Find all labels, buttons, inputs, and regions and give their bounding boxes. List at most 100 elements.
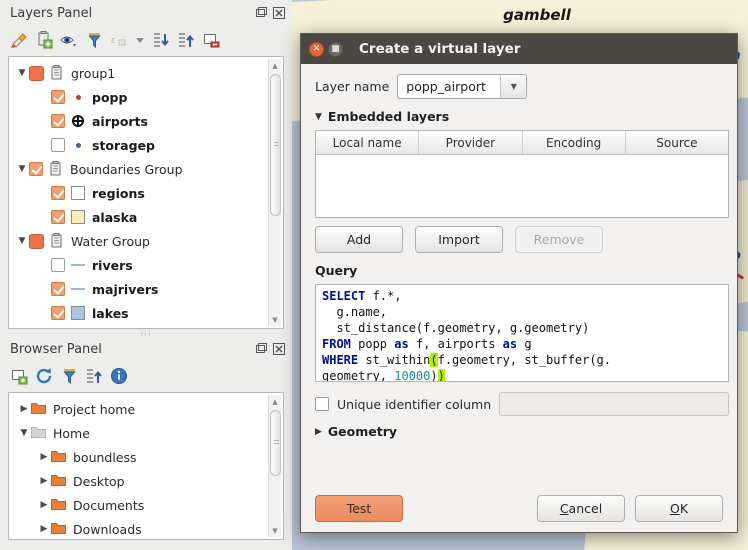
browser-item-row[interactable]: ▶ boundless (9, 445, 283, 469)
import-button[interactable]: Import (415, 226, 503, 253)
layer-group-row[interactable]: ▼Water Group (9, 229, 283, 253)
svg-text:ε: ε (111, 35, 115, 46)
expand-triangle-icon[interactable]: ▼ (15, 66, 29, 80)
point-symbol-icon (70, 137, 86, 153)
layer-row[interactable]: ▶lakes (9, 301, 283, 325)
add-button[interactable]: Add (315, 226, 403, 253)
expand-triangle-icon[interactable]: ▶ (37, 474, 51, 488)
browser-item-row[interactable]: ▶Desktop (9, 469, 283, 493)
layer-row[interactable]: ▶alaska (9, 205, 283, 229)
embedded-layers-section-header[interactable]: ▼ Embedded layers (315, 109, 723, 124)
undock-icon[interactable] (254, 342, 268, 356)
browser-item-label: boundless (73, 450, 137, 465)
layer-row[interactable]: ▶popp (9, 85, 283, 109)
collapse-all-icon[interactable] (175, 29, 197, 51)
group-visibility-checkbox[interactable] (29, 162, 43, 176)
close-icon[interactable] (272, 6, 286, 20)
layers-tree[interactable]: ▼group1▶popp▶airports▶storagep▼Boundarie… (8, 56, 284, 329)
browser-item-row[interactable]: ▼ Home (9, 421, 283, 445)
browser-item-label: Home (53, 426, 90, 441)
expand-all-icon[interactable] (150, 29, 172, 51)
browser-panel-titlebar: Browser Panel (0, 336, 292, 362)
browser-panel-toolbar (0, 362, 292, 390)
manage-layer-visibility-icon[interactable] (58, 29, 80, 51)
expand-triangle-icon[interactable]: ▼ (17, 426, 31, 440)
test-button[interactable]: Test (315, 495, 403, 522)
properties-info-icon[interactable] (108, 365, 130, 387)
filter-legend-icon[interactable] (83, 29, 105, 51)
scroll-down-icon[interactable]: ▼ (269, 524, 282, 537)
table-column-header[interactable]: Encoding (523, 131, 626, 155)
filter-legend-by-expression-icon: ε (108, 29, 130, 51)
expand-triangle-icon[interactable]: ▶ (37, 522, 51, 536)
geometry-section-header[interactable]: ▶ Geometry (315, 424, 723, 439)
browser-item-row[interactable]: ▶Downloads (9, 517, 283, 540)
layer-visibility-checkbox[interactable] (51, 258, 65, 272)
layer-row[interactable]: ▶regions (9, 181, 283, 205)
layer-name-label: alaska (92, 210, 137, 225)
table-column-header[interactable]: Local name (316, 131, 419, 155)
unique-identifier-input (499, 392, 729, 416)
cancel-button[interactable]: Cancel (537, 495, 625, 522)
triangle-right-icon: ▶ (315, 427, 322, 437)
layer-row[interactable]: ▶airports (9, 109, 283, 133)
chevron-down-icon[interactable]: ▼ (500, 75, 526, 98)
sql-matching-paren: ( (430, 353, 437, 367)
scroll-up-icon[interactable]: ▲ (269, 59, 282, 72)
query-sql-editor[interactable]: SELECT f.*, g.name, st_distance(f.geomet… (315, 284, 729, 382)
fill-symbol-icon (70, 185, 86, 201)
ok-button[interactable]: OK (635, 495, 723, 522)
layer-visibility-checkbox[interactable] (51, 282, 65, 296)
layer-name-row: Layer name popp_airport ▼ (315, 74, 723, 99)
open-layer-styling-panel-icon[interactable] (8, 29, 30, 51)
maximize-icon[interactable]: ■ (328, 42, 343, 57)
expand-triangle-icon[interactable]: ▶ (37, 498, 51, 512)
expand-triangle-icon[interactable]: ▼ (15, 234, 29, 248)
embedded-layers-table[interactable]: Local nameProviderEncodingSource (315, 130, 729, 218)
scroll-down-icon[interactable]: ▼ (269, 313, 282, 326)
refresh-icon[interactable] (33, 365, 55, 387)
unique-identifier-checkbox[interactable] (315, 397, 329, 411)
remove-layer-group-icon[interactable] (200, 29, 222, 51)
group-partial-checkbox[interactable] (29, 66, 44, 81)
layer-visibility-checkbox[interactable] (51, 138, 65, 152)
layer-row[interactable]: ▶rivers (9, 253, 283, 277)
layer-visibility-checkbox[interactable] (51, 114, 65, 128)
close-icon[interactable]: ✕ (309, 42, 324, 57)
group-partial-checkbox[interactable] (29, 234, 44, 249)
browser-item-row[interactable]: ▶Documents (9, 493, 283, 517)
collapse-all-icon[interactable] (83, 365, 105, 387)
browser-tree[interactable]: ▶Project home▼Home▶boundless▶Desktop▶Doc… (8, 392, 284, 540)
layer-group-row[interactable]: ▼Boundaries Group (9, 157, 283, 181)
table-column-header[interactable]: Provider (419, 131, 522, 155)
scroll-up-icon[interactable]: ▲ (269, 395, 282, 408)
folder-orange-icon (51, 521, 67, 537)
expand-triangle-icon[interactable]: ▶ (17, 402, 31, 416)
browser-tree-scrollbar[interactable]: ▲ ▼ (268, 395, 281, 537)
table-column-header[interactable]: Source (626, 131, 728, 155)
group-folder-icon (49, 233, 65, 249)
scroll-track[interactable] (269, 408, 282, 524)
filter-browser-icon[interactable] (58, 365, 80, 387)
chevron-down-icon[interactable] (133, 29, 147, 51)
layer-visibility-checkbox[interactable] (51, 186, 65, 200)
layer-visibility-checkbox[interactable] (51, 210, 65, 224)
layer-visibility-checkbox[interactable] (51, 90, 65, 104)
layers-tree-scrollbar[interactable]: ▲ ▼ (268, 59, 281, 326)
dialog-titlebar[interactable]: ✕ ■ Create a virtual layer (301, 34, 737, 64)
layer-row[interactable]: ▶storagep (9, 133, 283, 157)
scroll-track[interactable] (269, 72, 282, 313)
undock-icon[interactable] (254, 6, 268, 20)
layer-visibility-checkbox[interactable] (51, 306, 65, 320)
layer-group-row[interactable]: ▼group1 (9, 61, 283, 85)
close-icon[interactable] (272, 342, 286, 356)
layer-row[interactable]: ▶majrivers (9, 277, 283, 301)
scroll-thumb[interactable] (270, 410, 281, 476)
add-group-icon[interactable] (33, 29, 55, 51)
expand-triangle-icon[interactable]: ▶ (37, 450, 51, 464)
expand-triangle-icon[interactable]: ▼ (15, 162, 29, 176)
browser-item-row[interactable]: ▶Project home (9, 397, 283, 421)
scroll-thumb[interactable] (270, 74, 281, 216)
add-selected-layers-icon[interactable] (8, 365, 30, 387)
layer-name-combobox[interactable]: popp_airport ▼ (397, 74, 527, 99)
